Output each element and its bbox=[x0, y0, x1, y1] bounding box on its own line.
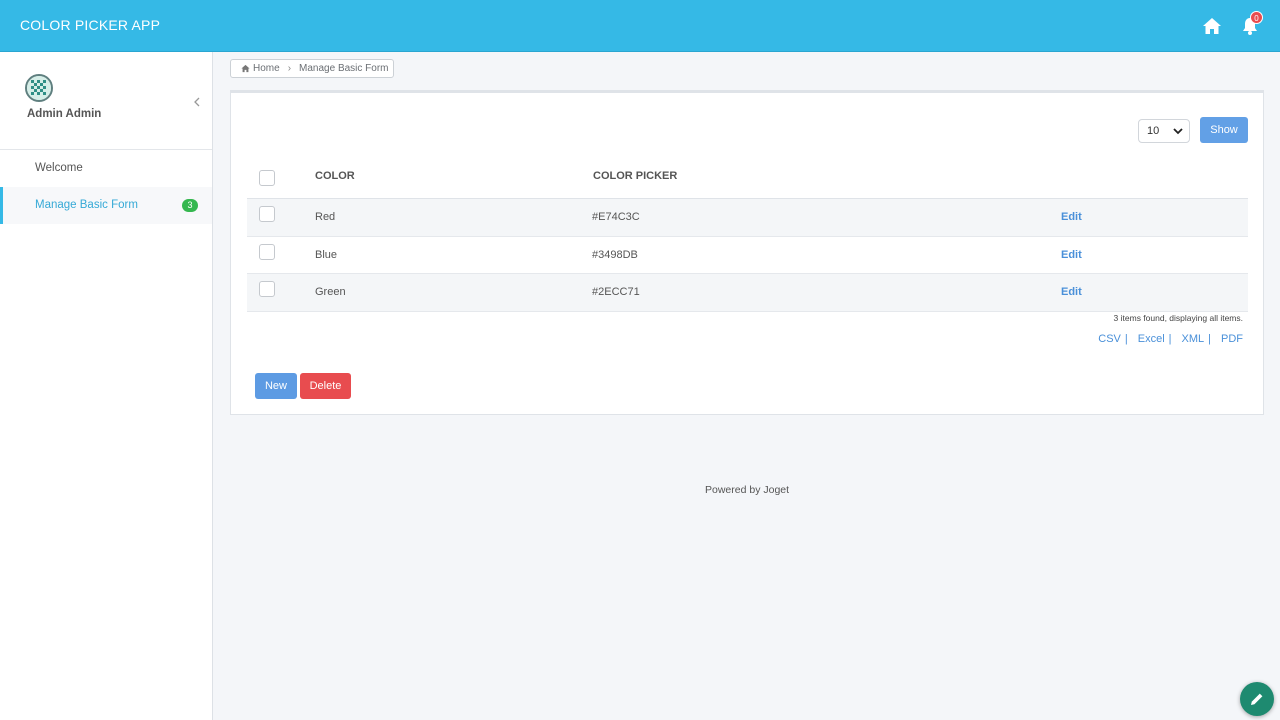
show-button[interactable]: Show bbox=[1200, 117, 1248, 143]
avatar bbox=[25, 74, 53, 102]
new-button[interactable]: New bbox=[255, 373, 297, 399]
items-found-text: 3 items found, displaying all items. bbox=[1113, 313, 1243, 323]
home-icon[interactable] bbox=[1202, 16, 1222, 36]
row-checkbox[interactable] bbox=[259, 243, 275, 260]
cell-color-picker: #3498DB bbox=[592, 248, 638, 261]
delete-button[interactable]: Delete bbox=[300, 373, 351, 399]
table-row: Green #2ECC71 Edit bbox=[247, 274, 1248, 312]
page-size-value: 10 bbox=[1147, 125, 1160, 137]
count-badge: 3 bbox=[182, 199, 198, 212]
breadcrumb-home[interactable]: Home bbox=[241, 60, 280, 77]
cell-color-picker: #E74C3C bbox=[592, 211, 640, 223]
sidebar-item-label: Welcome bbox=[35, 162, 83, 174]
table-header: COLOR COLOR PICKER bbox=[247, 158, 1248, 199]
pencil-icon bbox=[1251, 693, 1263, 705]
app-title: COLOR PICKER APP bbox=[20, 17, 161, 33]
table-row: Red #E74C3C Edit bbox=[247, 199, 1248, 237]
sidebar-item-manage-basic-form[interactable]: Manage Basic Form 3 bbox=[0, 187, 212, 224]
page-size-select[interactable]: 10 bbox=[1138, 119, 1190, 143]
footer-text: Powered by Joget bbox=[705, 484, 790, 496]
breadcrumb: Home › Manage Basic Form bbox=[230, 59, 394, 78]
top-bar: COLOR PICKER APP 0 bbox=[0, 0, 1280, 52]
edit-link[interactable]: Edit bbox=[1061, 286, 1082, 298]
bell-icon[interactable]: 0 bbox=[1240, 11, 1263, 36]
export-pdf-link[interactable]: PDF bbox=[1221, 333, 1243, 345]
chevron-left-icon[interactable] bbox=[192, 96, 202, 108]
cell-color: Red bbox=[315, 211, 336, 223]
breadcrumb-current: Manage Basic Form bbox=[299, 63, 389, 74]
list-panel: 10 Show COLOR COLOR PICKER Red #E74C3C E… bbox=[230, 90, 1264, 415]
cell-color: Green bbox=[315, 286, 346, 298]
edit-fab-button[interactable] bbox=[1240, 682, 1274, 716]
data-table: COLOR COLOR PICKER Red #E74C3C Edit Blue… bbox=[247, 158, 1248, 312]
export-separator: | bbox=[1168, 333, 1172, 345]
cell-color: Blue bbox=[315, 248, 338, 261]
sidebar: Admin Admin Welcome Manage Basic Form 3 bbox=[0, 52, 213, 720]
export-excel-link[interactable]: Excel bbox=[1138, 333, 1165, 345]
home-icon bbox=[241, 64, 250, 73]
export-separator: | bbox=[1208, 333, 1211, 345]
column-header-color[interactable]: COLOR bbox=[315, 170, 355, 182]
notification-badge: 0 bbox=[1250, 11, 1263, 24]
breadcrumb-home-label: Home bbox=[253, 63, 280, 74]
export-csv-link[interactable]: CSV bbox=[1098, 333, 1121, 345]
edit-link[interactable]: Edit bbox=[1061, 249, 1082, 261]
cell-color-picker: #2ECC71 bbox=[592, 286, 640, 298]
sidebar-item-welcome[interactable]: Welcome bbox=[0, 150, 212, 187]
select-all-checkbox[interactable] bbox=[259, 170, 275, 186]
edit-link[interactable]: Edit bbox=[1061, 211, 1082, 223]
row-checkbox[interactable] bbox=[259, 206, 275, 222]
table-row: Blue #3498DB Edit bbox=[247, 237, 1248, 274]
sidebar-nav: Welcome Manage Basic Form 3 bbox=[0, 150, 212, 224]
chevron-down-icon bbox=[1173, 128, 1183, 135]
export-separator: | bbox=[1124, 333, 1128, 345]
breadcrumb-separator-icon: › bbox=[287, 63, 292, 74]
row-checkbox[interactable] bbox=[259, 281, 275, 297]
top-icons: 0 bbox=[1202, 11, 1263, 36]
user-name: Admin Admin bbox=[27, 108, 102, 120]
export-xml-link[interactable]: XML bbox=[1182, 333, 1205, 345]
export-links: CSV | Excel | XML | PDF bbox=[1098, 333, 1243, 345]
user-profile: Admin Admin bbox=[0, 52, 212, 150]
column-header-color-picker[interactable]: COLOR PICKER bbox=[593, 170, 677, 182]
sidebar-item-label: Manage Basic Form bbox=[35, 199, 138, 211]
